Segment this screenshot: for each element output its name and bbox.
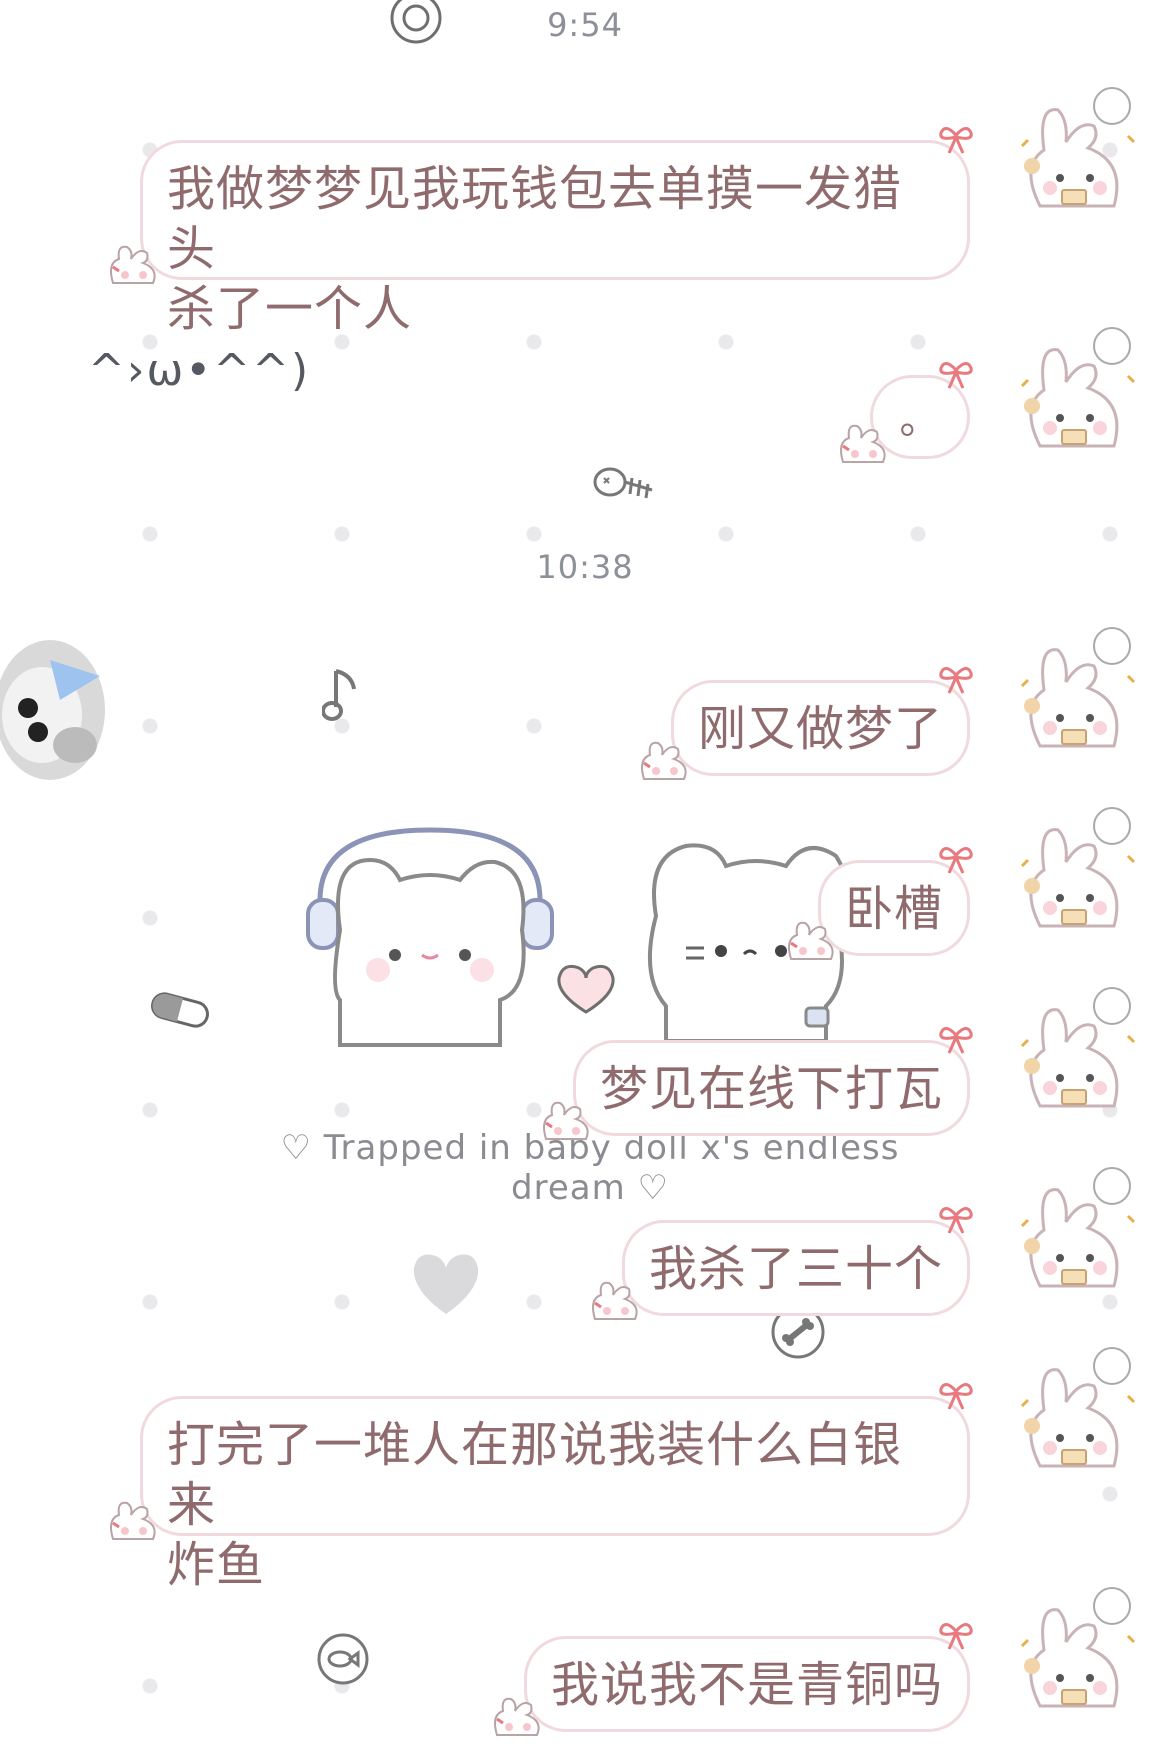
bunny-sticker-icon — [788, 921, 834, 960]
bunny-avatar-icon[interactable] — [1010, 1166, 1140, 1306]
bunny-sticker-icon — [543, 1101, 589, 1140]
bunny-avatar-icon[interactable] — [1010, 986, 1140, 1126]
bow-icon — [939, 847, 973, 874]
message-text: 打完了一堆人在那说我装什么白银来 炸鱼 — [167, 1417, 903, 1593]
pill-icon — [151, 992, 209, 1028]
fishbone-icon — [593, 467, 653, 499]
bow-icon — [939, 1027, 973, 1054]
donut-icon — [390, 0, 442, 44]
message-bubble[interactable]: 我杀了三十个 — [592, 1207, 973, 1320]
bunny-sticker-icon — [110, 245, 156, 284]
bunny-sticker-icon — [641, 741, 687, 780]
music-note-icon — [322, 669, 356, 721]
bunny-sticker-icon — [840, 424, 886, 463]
message-text: 我做梦梦见我玩钱包去单摸一发猎头 杀了一个人 — [167, 161, 903, 337]
bow-icon — [939, 362, 973, 389]
message-text: 卧槽 — [844, 881, 943, 937]
message-text: 我说我不是青铜吗 — [550, 1657, 943, 1713]
bunny-avatar-icon[interactable] — [1010, 86, 1140, 226]
kaomoji-sticker: ^›ω•^^) — [88, 345, 311, 396]
message-bubble[interactable]: 我做梦梦见我玩钱包去单摸一发猎头 杀了一个人 — [110, 127, 973, 337]
bow-icon — [939, 1383, 973, 1410]
fish-icon — [317, 1633, 369, 1685]
message-text: 梦见在线下打瓦 — [599, 1061, 943, 1117]
message-text: 我杀了三十个 — [648, 1241, 943, 1297]
bunny-avatar-icon[interactable] — [1010, 806, 1140, 946]
message-text: 刚又做梦了 — [697, 701, 943, 757]
message-bubble[interactable]: 打完了一堆人在那说我装什么白银来 炸鱼 — [110, 1383, 973, 1593]
bunny-sticker-icon — [592, 1281, 638, 1320]
timestamp-1: 9:54 — [547, 6, 623, 44]
cat-with-headphones-illustration — [306, 827, 554, 1047]
bunny-sticker-icon — [494, 1697, 540, 1736]
bunny-avatar-icon[interactable] — [1010, 1586, 1140, 1726]
message-bubble[interactable]: 梦见在线下打瓦 — [543, 1027, 973, 1140]
timestamp-2: 10:38 — [536, 548, 634, 586]
bunny-avatar-icon[interactable] — [1010, 326, 1140, 466]
bow-icon — [939, 1207, 973, 1234]
bow-icon — [939, 667, 973, 694]
dog-avatar-icon[interactable] — [0, 620, 115, 780]
heart-illustration — [557, 964, 615, 1014]
heart-icon — [413, 1254, 479, 1314]
bow-icon — [939, 127, 973, 154]
message-bubble[interactable]: 我说我不是青铜吗 — [494, 1623, 973, 1736]
bunny-avatar-icon[interactable] — [1010, 1346, 1140, 1486]
bow-icon — [939, 1623, 973, 1650]
bunny-avatar-icon[interactable] — [1010, 626, 1140, 766]
message-bubble[interactable]: 卧槽 — [788, 847, 973, 960]
message-bubble[interactable]: 。 — [840, 362, 973, 463]
bunny-sticker-icon — [110, 1501, 156, 1540]
message-bubble[interactable]: 刚又做梦了 — [641, 667, 973, 780]
